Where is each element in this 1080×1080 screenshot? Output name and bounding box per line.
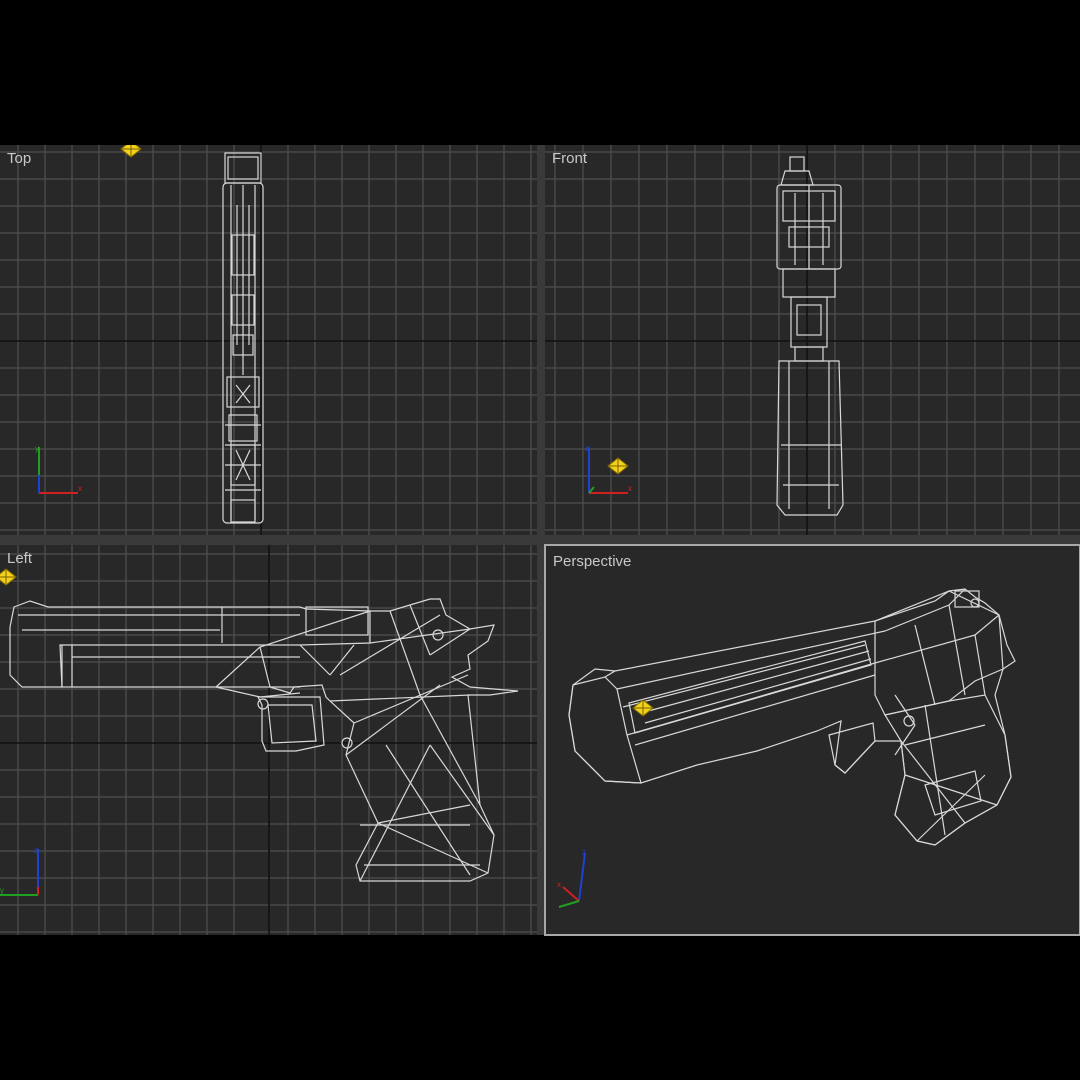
svg-text:x: x — [628, 484, 632, 493]
svg-text:z: z — [585, 444, 589, 453]
viewport-top[interactable]: y x Top — [0, 145, 537, 535]
light-helper-icon[interactable] — [119, 145, 143, 159]
pistol-wireframe-left[interactable] — [0, 545, 537, 935]
max-viewport-layout: y x Top z x Front z y Left z x Perspecti… — [0, 0, 1080, 1080]
viewport-label-top[interactable]: Top — [7, 150, 31, 167]
axis-tripod-icon: z x — [557, 848, 586, 908]
pistol-wireframe-perspective[interactable] — [545, 545, 1080, 935]
viewport-label-front[interactable]: Front — [552, 150, 587, 167]
light-helper-icon[interactable] — [631, 698, 655, 718]
svg-text:y: y — [0, 886, 4, 895]
svg-text:z: z — [34, 846, 38, 855]
axis-tripod-icon: y x — [35, 444, 82, 494]
axis-tripod-icon: z y — [0, 846, 39, 896]
light-helper-icon[interactable] — [0, 567, 18, 587]
viewport-front[interactable]: z x Front — [545, 145, 1080, 535]
svg-text:x: x — [557, 880, 561, 889]
axis-tripod-icon: z x — [585, 444, 632, 494]
viewport-label-perspective[interactable]: Perspective — [553, 553, 631, 570]
viewport-perspective[interactable]: z x Perspective — [544, 544, 1080, 936]
svg-text:z: z — [582, 848, 586, 857]
viewport-label-left[interactable]: Left — [7, 550, 32, 567]
svg-text:x: x — [78, 484, 82, 493]
svg-text:y: y — [35, 444, 39, 453]
viewport-left[interactable]: z y Left — [0, 545, 537, 935]
